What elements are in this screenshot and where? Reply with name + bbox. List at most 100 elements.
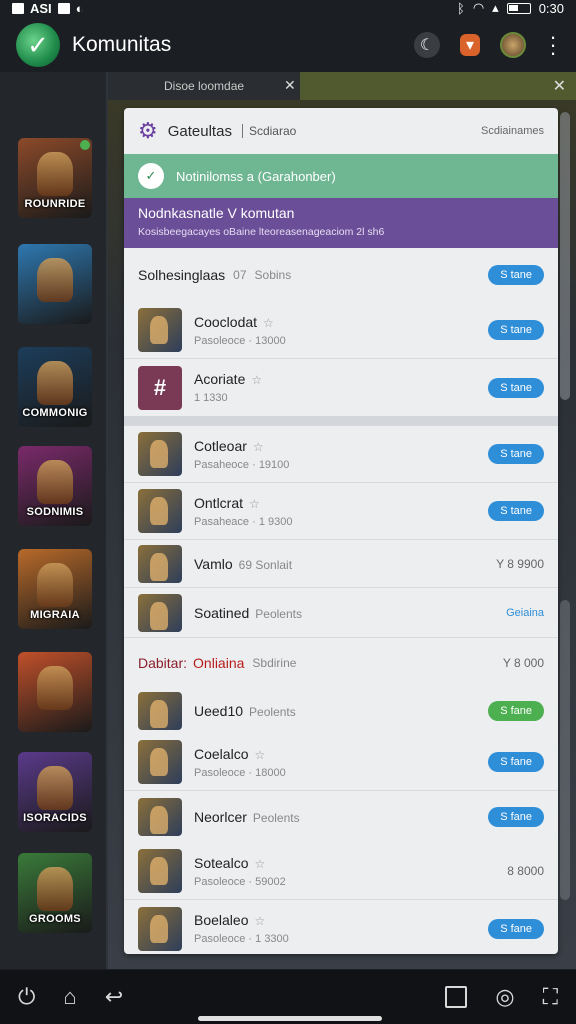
scrollbar[interactable] (560, 112, 570, 400)
online-badge-icon (80, 140, 90, 150)
wifi-icon: ◠ (472, 0, 485, 15)
item-desc: Pasoleoce · 59002 (194, 875, 286, 888)
item-name: Sotealco (194, 854, 249, 871)
item-desc: Pasaheoce · 19100 (194, 458, 290, 471)
item-name: Soatined (194, 604, 250, 621)
game-thumbnail (138, 593, 182, 632)
game-tile-label: ROUNRIDE (24, 198, 86, 210)
clock: 0:30 (538, 0, 564, 16)
item-name: Coelalco (194, 745, 249, 762)
star-icon[interactable]: ☆ (254, 857, 265, 871)
close-banner-icon[interactable]: ✕ (553, 76, 566, 96)
app-bar: ✓ Komunitas ☾ ▾ · · · (0, 18, 576, 72)
star-icon[interactable]: ☆ (251, 373, 262, 387)
star-icon[interactable]: ☆ (254, 748, 265, 762)
close-icon[interactable]: ✕ (284, 77, 296, 94)
notification-icon (12, 2, 24, 14)
game-thumbnail (138, 906, 182, 951)
sheet-header: ⚙ Gateultas Scdiarao Scdiainames (124, 108, 558, 154)
game-tile[interactable]: ISORACIDS (18, 752, 92, 832)
star-icon[interactable]: ☆ (263, 316, 274, 330)
game-thumbnail (138, 489, 182, 533)
game-thumbnail (138, 798, 182, 836)
screenshot-icon[interactable]: ◎ (495, 984, 514, 1010)
game-tile[interactable] (18, 244, 92, 324)
list-item[interactable]: Ueed10 Peolents S fane (124, 688, 558, 734)
list-item[interactable]: Vamlo 69 Sonlait Y 8 9900 (124, 540, 558, 588)
list-item[interactable]: Boelaleo ☆ Pasoleoce · 1 3300 S fane (124, 900, 558, 954)
dismiss-bar: Disoe loomdae ✕ ✕ (108, 72, 576, 100)
list-item[interactable]: Ontlcrat ☆ Pasaheace · 1 9300 S tane (124, 483, 558, 540)
sheet-header-right[interactable]: Scdiainames (481, 125, 544, 137)
banner-title: Nodnkasnatle V komutan (138, 205, 295, 221)
notice-bar[interactable]: ✓ Notinilomss a (Garahonber) (124, 154, 558, 198)
section-count-label: Sobins (254, 268, 292, 282)
game-tile[interactable]: MIGRAIA (18, 549, 92, 629)
shield-icon[interactable]: ▾ (460, 34, 480, 56)
home-icon[interactable]: ⌂ (63, 984, 76, 1010)
star-icon[interactable]: ☆ (253, 440, 264, 454)
join-button[interactable]: S fane (488, 807, 544, 827)
join-button[interactable]: S tane (488, 501, 544, 521)
list-item[interactable]: Neorlcer Peolents S fane (124, 791, 558, 843)
join-button[interactable]: S tane (488, 444, 544, 464)
list-item[interactable]: # Acoriate ☆ 1 1330 S tane (124, 359, 558, 416)
join-button[interactable]: S tane (488, 320, 544, 340)
game-tile-label: ISORACIDS (23, 812, 87, 824)
section-divider (124, 416, 558, 426)
game-thumbnail (138, 849, 182, 893)
sheet-subtitle: Scdiarao (241, 124, 296, 138)
star-icon[interactable]: ☆ (255, 914, 266, 928)
item-desc: Pasoleoce · 13000 (194, 334, 286, 347)
join-button[interactable]: S fane (488, 701, 544, 721)
hash-icon: # (153, 374, 167, 400)
item-link[interactable]: Geiaina (506, 607, 544, 619)
game-tile-label: SODNIMIS (26, 506, 84, 518)
banner-subtitle: Kosisbeegacayes oBaine lteoreasenageacio… (138, 226, 385, 238)
game-tile-label: GROOMS (29, 913, 81, 925)
join-button[interactable]: S fane (488, 918, 544, 939)
game-tile[interactable]: GROOMS (18, 853, 92, 933)
game-tile[interactable]: COMMONIG (18, 347, 92, 427)
promo-banner[interactable]: Nodnkasnatle V komutan Kosisbeegacayes o… (124, 198, 558, 248)
game-thumbnail (138, 308, 182, 352)
list-item[interactable]: Soatined Peolents Geiaina (124, 588, 558, 638)
game-tile[interactable] (18, 652, 92, 732)
section-subtitle: Sbdirine (252, 656, 297, 670)
item-desc: Pasoleoce · 1 3300 (194, 933, 289, 945)
item-name: Neorlcer (194, 809, 247, 825)
status-left-text: ASI (30, 0, 52, 16)
list-item[interactable]: Sotealco ☆ Pasoleoce · 59002 8 8000 (124, 843, 558, 900)
item-name: Acoriate (194, 371, 246, 387)
expand-icon[interactable]: ⛶ (543, 984, 558, 1010)
game-tile[interactable]: SODNIMIS (18, 446, 92, 526)
join-button[interactable]: S tane (488, 377, 544, 398)
list-item[interactable]: Cooclodat ☆ Pasoleoce · 13000 S tane (124, 302, 558, 359)
star-icon[interactable]: ☆ (249, 497, 260, 511)
list-item[interactable]: Coelalco ☆ Pasoleoce · 18000 S fane (124, 734, 558, 791)
section-header: Dabitar: Onliaina Sbdirine Y 8 000 (124, 638, 558, 688)
item-desc: 1 1330 (194, 392, 228, 404)
home-indicator[interactable] (198, 1016, 382, 1021)
night-mode-icon[interactable]: ☾ (414, 32, 440, 58)
section-header: Solhesinglaas 07 Sobins S tane (124, 248, 558, 302)
recents-icon[interactable] (445, 986, 468, 1008)
game-tile[interactable]: ROUNRIDE (18, 138, 92, 218)
back-icon[interactable]: ↩ (105, 984, 123, 1010)
scrollbar-secondary[interactable] (560, 600, 570, 900)
item-value: 8 8000 (507, 864, 544, 878)
signal-icon: ▴ (492, 0, 499, 15)
power-icon[interactable]: ⏻ (18, 984, 35, 1010)
avatar[interactable] (500, 32, 526, 58)
section-count: 07 (233, 268, 247, 282)
section-join-button[interactable]: S tane (488, 265, 544, 285)
item-tag: 69 Sonlait (238, 557, 293, 572)
item-tag: Peolents (249, 705, 296, 719)
gear-icon[interactable]: ⚙ (138, 118, 158, 144)
join-button[interactable]: S fane (488, 752, 544, 772)
more-menu-icon[interactable]: · · · (546, 26, 560, 63)
list-item[interactable]: Cotleoar ☆ Pasaheoce · 19100 S tane (124, 426, 558, 483)
community-sheet: ⚙ Gateultas Scdiarao Scdiainames ✓ Notin… (124, 108, 558, 954)
game-tile-label: MIGRAIA (30, 609, 80, 621)
item-name: Vamlo (194, 555, 233, 572)
